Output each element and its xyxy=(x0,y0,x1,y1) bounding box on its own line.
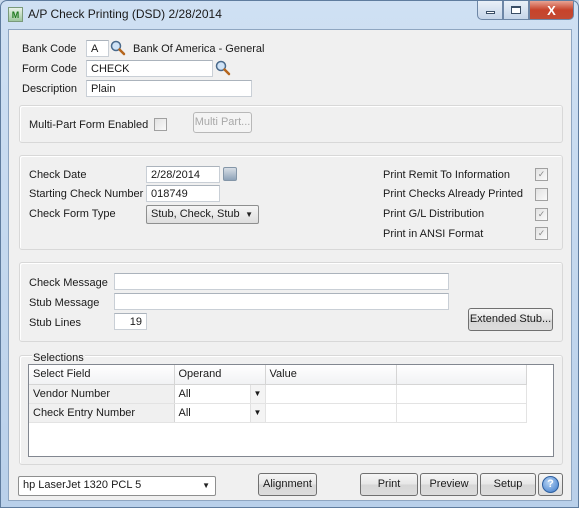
print-ansi-format-checkbox[interactable]: ✓ xyxy=(535,227,548,240)
extended-stub-button[interactable]: Extended Stub... xyxy=(468,308,553,331)
preview-button[interactable]: Preview xyxy=(420,473,478,496)
alignment-button[interactable]: Alignment xyxy=(258,473,317,496)
print-gl-distribution-checkbox[interactable]: ✓ xyxy=(535,208,548,221)
stub-message-label: Stub Message xyxy=(29,297,100,309)
print-button[interactable]: Print xyxy=(360,473,418,496)
printer-value: hp LaserJet 1320 PCL 5 xyxy=(23,479,142,491)
table-row[interactable]: Check Entry Number All ▼ xyxy=(29,403,527,423)
bank-code-lookup-icon[interactable] xyxy=(110,40,126,56)
dialog-client-area: Bank Code A Bank Of America - General Fo… xyxy=(8,29,572,501)
calendar-icon[interactable] xyxy=(223,167,237,181)
column-header-select-field[interactable]: Select Field xyxy=(29,365,175,385)
multipart-button[interactable]: Multi Part... xyxy=(193,112,252,133)
extra-cell[interactable] xyxy=(396,403,527,423)
check-message-field[interactable] xyxy=(114,273,449,290)
column-header-value[interactable]: Value xyxy=(265,365,397,385)
starting-check-number-field[interactable]: 018749 xyxy=(146,185,220,202)
preview-button-label: Preview xyxy=(429,478,469,490)
maximize-icon xyxy=(511,6,521,14)
multipart-button-label: Multi Part... xyxy=(194,116,251,128)
selections-title: Selections xyxy=(32,352,85,364)
stub-lines-field[interactable]: 19 xyxy=(114,313,147,330)
check-form-type-select[interactable]: Stub, Check, Stub ▼ xyxy=(146,205,259,224)
stub-lines-label: Stub Lines xyxy=(29,317,81,329)
operand-value: All xyxy=(178,387,191,400)
operand-value: All xyxy=(178,406,191,419)
print-remit-checkbox[interactable]: ✓ xyxy=(535,168,548,181)
alignment-button-label: Alignment xyxy=(263,478,312,490)
maximize-button[interactable] xyxy=(503,1,529,20)
description-label: Description xyxy=(22,83,78,95)
check-message-label: Check Message xyxy=(29,277,108,289)
print-remit-label: Print Remit To Information xyxy=(383,169,510,181)
check-date-label: Check Date xyxy=(29,169,87,181)
selections-grid[interactable]: Select Field Operand Value Vendor Number… xyxy=(28,364,554,457)
app-window: M A/P Check Printing (DSD) 2/28/2014 X B… xyxy=(0,0,579,508)
caption-buttons: X xyxy=(477,1,574,20)
minimize-button[interactable] xyxy=(477,1,503,20)
bank-name: Bank Of America - General xyxy=(133,43,265,55)
stub-message-field[interactable] xyxy=(114,293,449,310)
close-icon: X xyxy=(547,2,556,18)
bank-code-label: Bank Code xyxy=(22,43,77,55)
check-form-type-label: Check Form Type xyxy=(29,208,116,220)
value-cell[interactable] xyxy=(265,384,397,404)
table-row[interactable]: Vendor Number All ▼ xyxy=(29,384,527,404)
minimize-icon xyxy=(485,11,495,14)
check-date-field[interactable]: 2/28/2014 xyxy=(146,166,220,183)
select-field-cell: Check Entry Number xyxy=(29,403,175,423)
bank-code-field[interactable]: A xyxy=(86,40,109,57)
title-bar[interactable]: M A/P Check Printing (DSD) 2/28/2014 X xyxy=(1,1,578,29)
form-code-field[interactable]: CHECK xyxy=(86,60,213,77)
form-code-lookup-icon[interactable] xyxy=(215,60,231,76)
print-button-label: Print xyxy=(377,478,401,490)
grid-header-row: Select Field Operand Value xyxy=(29,365,527,385)
description-field[interactable]: Plain xyxy=(86,80,252,97)
operand-cell[interactable]: All ▼ xyxy=(174,403,266,423)
app-icon[interactable]: M xyxy=(8,7,23,22)
extended-stub-button-label: Extended Stub... xyxy=(469,313,552,325)
multipart-checkbox[interactable] xyxy=(154,118,167,131)
chevron-down-icon[interactable]: ▼ xyxy=(249,384,265,403)
chevron-down-icon: ▼ xyxy=(245,210,253,219)
print-ansi-format-label: Print in ANSI Format xyxy=(383,228,484,240)
select-field-cell: Vendor Number xyxy=(29,384,175,404)
window-title: A/P Check Printing (DSD) 2/28/2014 xyxy=(28,7,222,21)
chevron-down-icon[interactable]: ▼ xyxy=(249,403,265,422)
setup-button-label: Setup xyxy=(493,478,523,490)
starting-check-number-label: Starting Check Number xyxy=(29,188,144,200)
extra-cell[interactable] xyxy=(396,384,527,404)
check-form-type-value: Stub, Check, Stub xyxy=(151,208,240,220)
print-already-printed-checkbox[interactable] xyxy=(535,188,548,201)
help-icon: ? xyxy=(542,476,559,493)
operand-cell[interactable]: All ▼ xyxy=(174,384,266,404)
help-button[interactable]: ? xyxy=(538,473,563,496)
setup-button[interactable]: Setup xyxy=(480,473,536,496)
print-already-printed-label: Print Checks Already Printed xyxy=(383,188,524,200)
multipart-label: Multi-Part Form Enabled xyxy=(29,119,149,131)
close-button[interactable]: X xyxy=(529,1,574,20)
form-code-label: Form Code xyxy=(22,63,78,75)
print-gl-distribution-label: Print G/L Distribution xyxy=(383,208,485,220)
column-header-extra xyxy=(396,365,527,385)
value-cell[interactable] xyxy=(265,403,397,423)
column-header-operand[interactable]: Operand xyxy=(174,365,266,385)
chevron-down-icon: ▼ xyxy=(202,481,210,490)
printer-select[interactable]: hp LaserJet 1320 PCL 5 ▼ xyxy=(18,476,216,496)
